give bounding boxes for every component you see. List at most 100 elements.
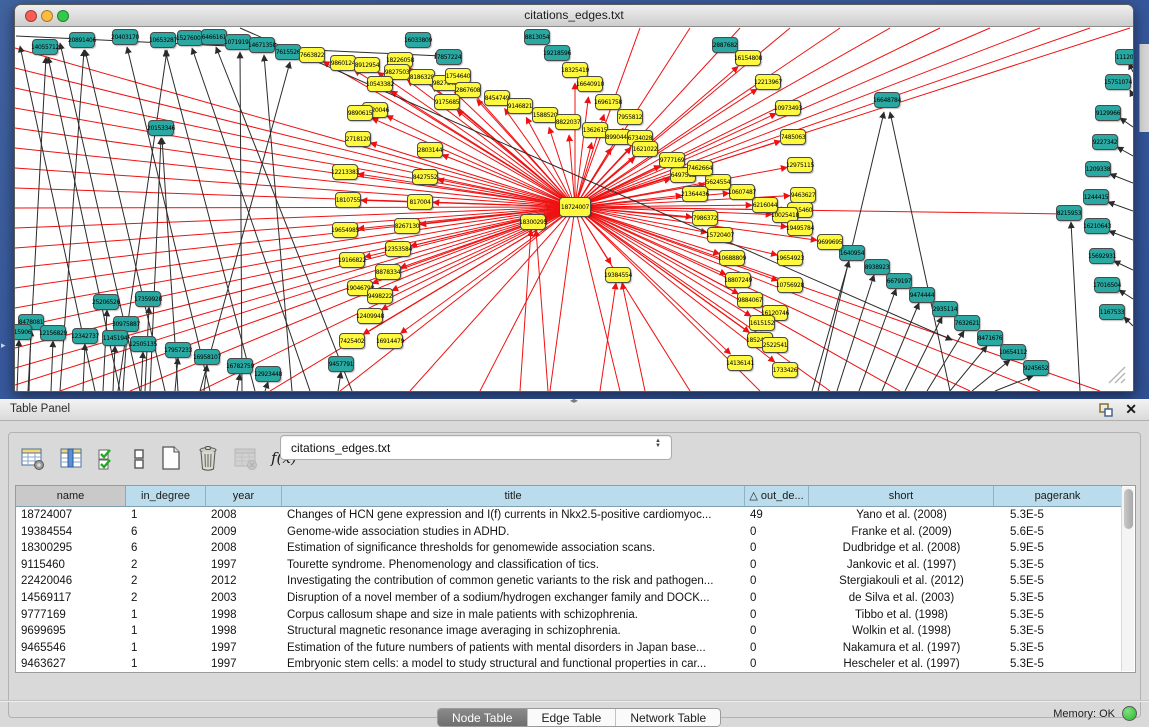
graph-node[interactable]: 10654112 <box>1000 344 1026 360</box>
table-row[interactable]: 1872400712008Changes of HCN gene express… <box>16 507 1135 524</box>
graph-node[interactable]: 7485063 <box>780 129 806 145</box>
graph-node[interactable]: 14671358 <box>249 37 275 53</box>
graph-node[interactable]: 16782759 <box>227 358 253 374</box>
graph-node[interactable]: 8471676 <box>977 330 1003 346</box>
table-dropdown[interactable]: citations_edges.txt ▲▼ <box>280 435 672 460</box>
graph-node[interactable]: 10973493 <box>775 100 801 116</box>
memory-status-indicator[interactable] <box>1122 706 1137 721</box>
graph-node[interactable]: 16154808 <box>735 50 761 66</box>
column-header-in_degree[interactable]: in_degree <box>126 486 206 507</box>
graph-node[interactable]: 12213383 <box>332 164 358 180</box>
graph-node[interactable]: 16961758 <box>595 94 621 110</box>
graph-node[interactable]: 16640910 <box>577 76 603 92</box>
graph-node[interactable]: 10756928 <box>777 277 803 293</box>
graph-node[interactable]: 8267130 <box>394 218 420 234</box>
graph-node[interactable]: 12213967 <box>755 74 781 90</box>
graph-node[interactable]: 2935114 <box>932 301 958 317</box>
graph-node[interactable]: 2718120 <box>345 131 371 147</box>
graph-node[interactable]: 10607487 <box>729 184 755 200</box>
column-header-out_de[interactable]: △ out_de... <box>745 486 809 507</box>
show-column-icon[interactable] <box>59 446 84 471</box>
graph-node[interactable]: 21364436 <box>682 186 708 202</box>
graph-node[interactable]: 9245652 <box>1023 360 1049 376</box>
graph-node[interactable]: 15720407 <box>707 227 733 243</box>
graph-node[interactable]: 12409948 <box>357 308 383 324</box>
graph-node[interactable]: 6216044 <box>752 197 778 213</box>
column-header-year[interactable]: year <box>206 486 282 507</box>
column-header-short[interactable]: short <box>809 486 994 507</box>
graph-node[interactable]: 19654923 <box>777 250 803 266</box>
graph-node[interactable]: 1733426 <box>772 362 798 378</box>
graph-node[interactable]: 14136141 <box>727 355 753 371</box>
graph-node[interactable]: 3915906 <box>14 324 32 340</box>
table-row[interactable]: 1938455462009Genome-wide association stu… <box>16 524 1135 541</box>
table-panel-header[interactable]: Table Panel ◂▸ ✕ <box>0 399 1149 421</box>
delete-rows-icon[interactable] <box>196 445 220 471</box>
graph-node[interactable]: 12353584 <box>385 241 411 257</box>
graph-node[interactable]: 15751074 <box>1105 74 1131 90</box>
graph-node[interactable]: 9129966 <box>1095 105 1121 121</box>
graph-node[interactable]: 8427552 <box>412 169 438 185</box>
table-settings-icon[interactable] <box>21 446 46 471</box>
graph-node[interactable]: 10653287 <box>150 32 176 48</box>
graph-node[interactable]: 12156829 <box>40 325 66 341</box>
table-scrollbar[interactable] <box>1121 487 1134 671</box>
graph-node[interactable]: 19384554 <box>605 267 631 283</box>
graph-node[interactable]: 7955812 <box>617 109 643 125</box>
graph-node[interactable]: 1112074 <box>1115 49 1134 65</box>
new-table-icon[interactable] <box>159 445 183 471</box>
table-row[interactable]: 977716911998Corpus callosum shape and si… <box>16 607 1135 624</box>
table-row[interactable]: 2242004622012Investigating the contribut… <box>16 573 1135 590</box>
column-header-pagerank[interactable]: pagerank <box>994 486 1122 507</box>
graph-hub-node[interactable]: 18724007 <box>559 197 591 217</box>
graph-node[interactable]: 8938923 <box>864 259 890 275</box>
graph-node[interactable]: 817004 <box>407 194 433 210</box>
table-row[interactable]: 946554611997Estimation of the future num… <box>16 640 1135 657</box>
graph-node[interactable]: 7425402 <box>339 333 365 349</box>
graph-node[interactable]: 14055712 <box>32 39 58 55</box>
graph-node[interactable]: 7857224 <box>436 49 462 65</box>
graph-node[interactable]: 12975115 <box>787 157 813 173</box>
graph-node[interactable]: 16958107 <box>194 349 220 365</box>
graph-node[interactable]: 19166822 <box>339 252 365 268</box>
graph-node[interactable]: 7615526 <box>275 44 301 60</box>
graph-node[interactable]: 19495784 <box>787 220 813 236</box>
table-row[interactable]: 1456911722003Disruption of a novel membe… <box>16 590 1135 607</box>
table-row[interactable]: 911546021997Tourette syndrome. Phenomeno… <box>16 557 1135 574</box>
graph-node[interactable]: 19654985 <box>332 222 358 238</box>
graph-node[interactable]: 2522541 <box>762 337 788 353</box>
graph-node[interactable]: 15692931 <box>1089 248 1115 264</box>
graph-node[interactable]: 1621022 <box>632 141 658 157</box>
graph-node[interactable]: 1145194 <box>102 330 128 346</box>
graph-node[interactable]: 7986372 <box>692 210 718 226</box>
table-row[interactable]: 969969511998Structural magnetic resonanc… <box>16 623 1135 640</box>
graph-node[interactable]: 8822037 <box>555 114 581 130</box>
graph-node[interactable]: 8912954 <box>354 57 380 73</box>
graph-node[interactable]: 1640954 <box>839 245 865 261</box>
graph-node[interactable]: 20153346 <box>148 120 174 136</box>
graph-node[interactable]: 10688809 <box>719 250 745 266</box>
scrollbar-thumb[interactable] <box>1124 489 1133 529</box>
graph-node[interactable]: 5624554 <box>705 174 731 190</box>
resize-grip[interactable] <box>1105 363 1127 385</box>
graph-node[interactable]: 8878334 <box>375 264 401 280</box>
graph-node[interactable]: 15276002 <box>177 30 203 46</box>
graph-node[interactable]: 17957233 <box>165 342 191 358</box>
graph-node[interactable]: 9227342 <box>1092 134 1118 150</box>
graph-node[interactable]: 8813054 <box>524 29 550 45</box>
delete-table-icon[interactable] <box>233 446 258 471</box>
graph-node[interactable]: 6679197 <box>886 273 912 289</box>
panel-splitter-handle[interactable]: ◂▸ <box>570 396 578 405</box>
graph-node[interactable]: 1615152 <box>749 315 775 331</box>
float-panel-icon[interactable] <box>1099 403 1113 417</box>
close-panel-icon[interactable]: ✕ <box>1125 401 1137 418</box>
graph-node[interactable]: 9498222 <box>367 288 393 304</box>
select-rows-icon[interactable] <box>97 446 119 471</box>
graph-node[interactable]: 1244415 <box>1083 189 1109 205</box>
graph-node[interactable]: 9884067 <box>737 292 763 308</box>
graph-node[interactable]: 12923448 <box>255 366 281 382</box>
graph-node[interactable]: 12342737 <box>72 328 98 344</box>
graph-node[interactable]: 9860124 <box>330 55 356 71</box>
graph-node[interactable]: 18300295 <box>520 214 546 230</box>
graph-node[interactable]: 20403170 <box>112 29 138 45</box>
